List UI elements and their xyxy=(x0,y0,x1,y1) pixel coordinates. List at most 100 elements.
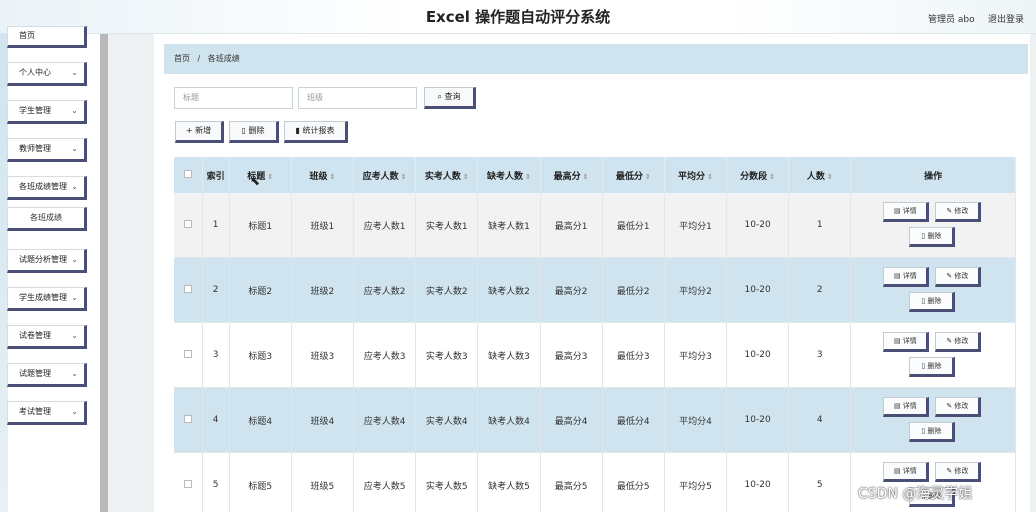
sort-icon[interactable]: ⇕ xyxy=(827,173,833,181)
sidebar-item-personal-center[interactable]: 个人中心 ⌄ xyxy=(7,62,87,86)
sidebar-item-label: 教师管理 xyxy=(19,144,51,153)
sidebar-item-exam-management[interactable]: 考试管理 ⌄ xyxy=(7,401,87,425)
select-all-cell[interactable] xyxy=(174,157,203,193)
row-delete-button[interactable]: ▯ 删除 xyxy=(909,357,956,377)
header-expected[interactable]: 应考人数 ⇕ xyxy=(353,157,417,193)
header-avg-label: 平均分 xyxy=(678,171,706,182)
class-search-input[interactable]: 班级 xyxy=(298,87,417,109)
row-actions: ▤ 详情 ✎ 修改 ▯ 删除 xyxy=(850,193,1016,258)
header-class[interactable]: 班级 ⇕ xyxy=(291,157,355,193)
row-select-cell[interactable] xyxy=(174,452,203,512)
sort-icon[interactable]: ⇕ xyxy=(645,173,651,181)
sidebar-item-student-scores[interactable]: 学生成绩管理 ⌄ xyxy=(7,287,87,311)
sidebar-item-student-management[interactable]: 学生管理 ⌄ xyxy=(7,100,87,124)
cell-min: 最低分1 xyxy=(602,193,665,258)
row-delete-button[interactable]: ▯ 删除 xyxy=(909,422,956,442)
row-checkbox[interactable] xyxy=(183,349,192,358)
sidebar-item-home[interactable]: 首页 xyxy=(7,26,87,48)
row-select-cell[interactable] xyxy=(174,322,203,388)
detail-button-label: 详情 xyxy=(902,207,917,215)
sort-icon[interactable]: ⇕ xyxy=(463,173,469,181)
cell-index: 2 xyxy=(202,257,230,323)
header-range[interactable]: 分数段 ⇕ xyxy=(726,157,790,193)
cell-actual: 实考人数2 xyxy=(415,257,479,323)
header-avg[interactable]: 平均分 ⇕ xyxy=(664,157,728,193)
detail-button[interactable]: ▤ 详情 xyxy=(883,462,930,482)
cell-absent: 缺考人数1 xyxy=(477,193,541,258)
title-search-input[interactable]: 标题 xyxy=(174,87,293,109)
row-checkbox[interactable] xyxy=(183,414,192,423)
row-select-cell[interactable] xyxy=(174,387,203,453)
row-select-cell[interactable] xyxy=(174,193,203,258)
sort-icon[interactable]: ⇕ xyxy=(583,173,589,181)
header-title[interactable]: 标题 ⇕ xyxy=(229,157,292,193)
header-actual[interactable]: 实考人数 ⇕ xyxy=(415,157,479,193)
sidebar-scrollbar[interactable] xyxy=(100,34,108,512)
cell-class: 班级4 xyxy=(291,387,355,453)
stats-report-button[interactable]: ▮ 统计报表 xyxy=(284,121,348,143)
header-max[interactable]: 最高分 ⇕ xyxy=(540,157,603,193)
sort-icon[interactable]: ⇕ xyxy=(329,173,335,181)
sidebar-item-question-management[interactable]: 试题管理 ⌄ xyxy=(7,363,87,387)
table-row[interactable]: 3 标题3 班级3 应考人数3 实考人数3 缺考人数3 最高分3 最低分3 平均分3 10-20 3… xyxy=(174,322,1016,388)
sidebar-item-class-scores[interactable]: 各班成绩 xyxy=(7,207,87,231)
select-all-checkbox[interactable] xyxy=(183,169,192,178)
edit-button[interactable]: ✎ 修改 xyxy=(935,267,982,287)
cell-class: 班级3 xyxy=(291,322,355,388)
header-min[interactable]: 最低分 ⇕ xyxy=(602,157,665,193)
sidebar-item-teacher-management[interactable]: 教师管理 ⌄ xyxy=(7,138,87,162)
sidebar-item-question-analysis[interactable]: 试题分析管理 ⌄ xyxy=(7,249,87,273)
delete-button[interactable]: ▯ 删除 xyxy=(229,121,279,143)
sidebar-item-paper-management[interactable]: 试卷管理 ⌄ xyxy=(7,325,87,349)
document-icon: ▤ xyxy=(893,467,903,475)
detail-button[interactable]: ▤ 详情 xyxy=(883,202,930,222)
sort-icon[interactable]: ⇕ xyxy=(707,173,713,181)
table-row[interactable]: 4 标题4 班级4 应考人数4 实考人数4 缺考人数4 最高分4 最低分4 平均分4 10-20 4… xyxy=(174,387,1016,453)
header-absent[interactable]: 缺考人数 ⇕ xyxy=(477,157,541,193)
edit-button[interactable]: ✎ 修改 xyxy=(935,332,982,352)
row-actions: ▤ 详情 ✎ 修改 ▯ 删除 xyxy=(850,257,1016,323)
search-button-label: 查询 xyxy=(444,92,461,101)
row-delete-button[interactable]: ▯ 删除 xyxy=(909,292,956,312)
cell-expected: 应考人数4 xyxy=(353,387,417,453)
sort-icon[interactable]: ⇕ xyxy=(267,173,273,181)
top-bar: Excel 操作题自动评分系统 管理员 abo 退出登录 xyxy=(0,0,1036,34)
logout-link[interactable]: 退出登录 xyxy=(988,12,1024,25)
row-checkbox[interactable] xyxy=(183,284,192,293)
detail-button-label: 详情 xyxy=(902,402,917,410)
current-user: 管理员 abo xyxy=(928,15,975,25)
row-delete-button[interactable]: ▯ 删除 xyxy=(909,227,956,247)
header-count[interactable]: 人数 ⇕ xyxy=(788,157,852,193)
cell-range: 10-20 xyxy=(726,322,790,388)
table-row[interactable]: 2 标题2 班级2 应考人数2 实考人数2 缺考人数2 最高分2 最低分2 平均分2 10-20 2… xyxy=(174,257,1016,323)
cell-min: 最低分3 xyxy=(602,322,665,388)
detail-button[interactable]: ▤ 详情 xyxy=(883,332,930,352)
cell-count: 1 xyxy=(788,193,852,258)
edit-button[interactable]: ✎ 修改 xyxy=(935,462,982,482)
detail-button[interactable]: ▤ 详情 xyxy=(883,267,930,287)
document-icon: ▤ xyxy=(893,402,903,410)
add-button[interactable]: + 新增 xyxy=(175,121,224,143)
table-row[interactable]: 1 标题1 班级1 应考人数1 实考人数1 缺考人数1 最高分1 最低分1 平均分1 10-20 1… xyxy=(174,193,1016,258)
edit-button[interactable]: ✎ 修改 xyxy=(935,202,982,222)
sidebar-item-class-scores-management[interactable]: 各班成绩管理 ⌄ xyxy=(7,176,87,200)
cell-max: 最高分2 xyxy=(540,257,603,323)
chevron-down-icon: ⌄ xyxy=(71,182,78,191)
row-checkbox[interactable] xyxy=(183,219,192,228)
cell-index: 4 xyxy=(202,387,230,453)
breadcrumb-home[interactable]: 首页 xyxy=(174,54,190,63)
detail-button[interactable]: ▤ 详情 xyxy=(883,397,930,417)
cell-absent: 缺考人数4 xyxy=(477,387,541,453)
row-checkbox[interactable] xyxy=(183,479,192,488)
sort-icon[interactable]: ⇕ xyxy=(525,173,531,181)
sort-icon[interactable]: ⇕ xyxy=(769,173,775,181)
search-button[interactable]: ⌕ 查询 xyxy=(424,87,476,109)
chevron-down-icon: ⌄ xyxy=(71,407,78,416)
row-select-cell[interactable] xyxy=(174,257,203,323)
edit-button[interactable]: ✎ 修改 xyxy=(935,397,982,417)
sidebar-item-label: 试题管理 xyxy=(19,369,51,378)
sidebar-item-label: 各班成绩 xyxy=(30,213,62,222)
edit-button-label: 修改 xyxy=(954,467,969,475)
sort-icon[interactable]: ⇕ xyxy=(401,173,407,181)
header-absent-label: 缺考人数 xyxy=(486,171,523,182)
